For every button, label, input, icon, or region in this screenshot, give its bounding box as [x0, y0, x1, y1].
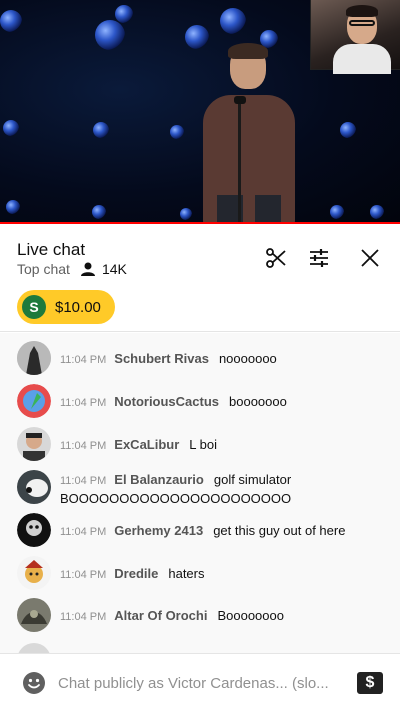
avatar[interactable]: [17, 513, 51, 547]
super-chat-avatar: S: [22, 295, 46, 319]
streamer-webcam: [310, 0, 400, 74]
clip-button[interactable]: [262, 244, 290, 272]
stage-light: [92, 205, 106, 219]
scissors-icon: [266, 248, 286, 268]
message-author[interactable]: Gerhemy 2413: [114, 523, 203, 538]
avatar[interactable]: [17, 556, 51, 590]
message-body: nooooooo: [218, 351, 277, 366]
message-author[interactable]: Altar Of Orochi: [114, 608, 207, 623]
presenter-figure: [195, 43, 305, 224]
stage-light: [370, 205, 384, 219]
sliders-icon: [310, 249, 328, 267]
message-timestamp: 11:04 PM: [60, 526, 107, 538]
super-chat-chip[interactable]: S $10.00: [17, 290, 115, 324]
chat-header: Live chat Top chat 14K: [0, 228, 400, 288]
message-author[interactable]: NotoriousCactus: [114, 394, 219, 409]
avatar[interactable]: [17, 427, 51, 461]
stage-light: [180, 208, 192, 220]
stage-light: [220, 8, 246, 34]
video-player[interactable]: [0, 0, 400, 224]
close-icon: [361, 249, 379, 267]
super-chat-ticker: S $10.00: [0, 288, 400, 332]
chat-message-text: 11:04 PM Gerhemy 2413 get this guy out of …: [60, 522, 390, 541]
message-author[interactable]: Schubert Rivas: [114, 351, 209, 366]
message-body: Boooooooo: [217, 608, 284, 623]
chat-message-text: 11:04 PM Schubert Rivas nooooooo: [60, 350, 390, 369]
avatar[interactable]: [17, 470, 51, 504]
message-timestamp: 11:04 PM: [60, 475, 107, 487]
chat-message-list[interactable]: 11:04 PM Schubert Rivas nooooooo 11:04 PM N…: [0, 333, 400, 653]
message-body: get this guy out of here: [213, 523, 346, 538]
chat-title: Live chat: [17, 240, 86, 259]
stage-light: [115, 5, 133, 23]
viewer-count: 14K: [101, 261, 127, 277]
stage-light: [93, 122, 109, 138]
chat-input-bar: $: [0, 653, 400, 711]
message-timestamp: 11:04 PM: [60, 440, 107, 452]
chat-settings-button[interactable]: [305, 244, 333, 272]
message-timestamp: 11:04 PM: [60, 569, 107, 581]
microphone-stand: [238, 100, 241, 224]
stage-light: [330, 205, 344, 219]
chat-message-text: 11:04 PM Altar Of Orochi Boooooooo: [60, 607, 390, 626]
message-author[interactable]: El Balanzaurio: [114, 472, 204, 487]
avatar[interactable]: [17, 598, 51, 632]
chat-mode-selector[interactable]: Top chat 14K: [17, 261, 127, 277]
avatar[interactable]: [17, 341, 51, 375]
chat-input[interactable]: [58, 670, 338, 696]
message-author[interactable]: Dredile: [114, 566, 158, 581]
chat-message-text: 11:04 PM El Balanzaurio golf simulator BOO…: [60, 471, 390, 507]
message-timestamp: 11:04 PM: [60, 397, 107, 409]
emoji-button[interactable]: [22, 671, 46, 695]
chat-message-text: 11:04 PM ExCaLibur L boi: [60, 436, 390, 455]
message-timestamp: 11:04 PM: [60, 611, 107, 623]
message-timestamp: 11:04 PM: [60, 354, 107, 366]
avatar[interactable]: [17, 384, 51, 418]
person-icon: [80, 262, 95, 276]
avatar[interactable]: [17, 643, 51, 653]
stage-light: [170, 125, 184, 139]
chat-mode-label: Top chat: [17, 261, 70, 277]
super-chat-button[interactable]: $: [357, 672, 383, 694]
message-body: haters: [168, 566, 205, 581]
microphone: [234, 96, 246, 104]
stage-light: [0, 10, 22, 32]
smiley-icon: [23, 672, 45, 694]
stage-light: [3, 120, 19, 136]
message-body: booooooo: [229, 394, 287, 409]
super-chat-amount: $10.00: [55, 298, 101, 316]
message-author[interactable]: ExCaLibur: [114, 437, 179, 452]
message-body: L boi: [189, 437, 218, 452]
stage-light: [6, 200, 20, 214]
progress-bar[interactable]: [0, 222, 400, 224]
chat-message-text: 11:04 PM NotoriousCactus booooooo: [60, 393, 390, 412]
chat-message-text: 11:04 PM Dredile haters: [60, 565, 390, 584]
stage-light: [340, 122, 356, 138]
close-chat-button[interactable]: [356, 244, 384, 272]
dollar-icon: $: [365, 674, 375, 691]
stage-light: [95, 20, 125, 50]
